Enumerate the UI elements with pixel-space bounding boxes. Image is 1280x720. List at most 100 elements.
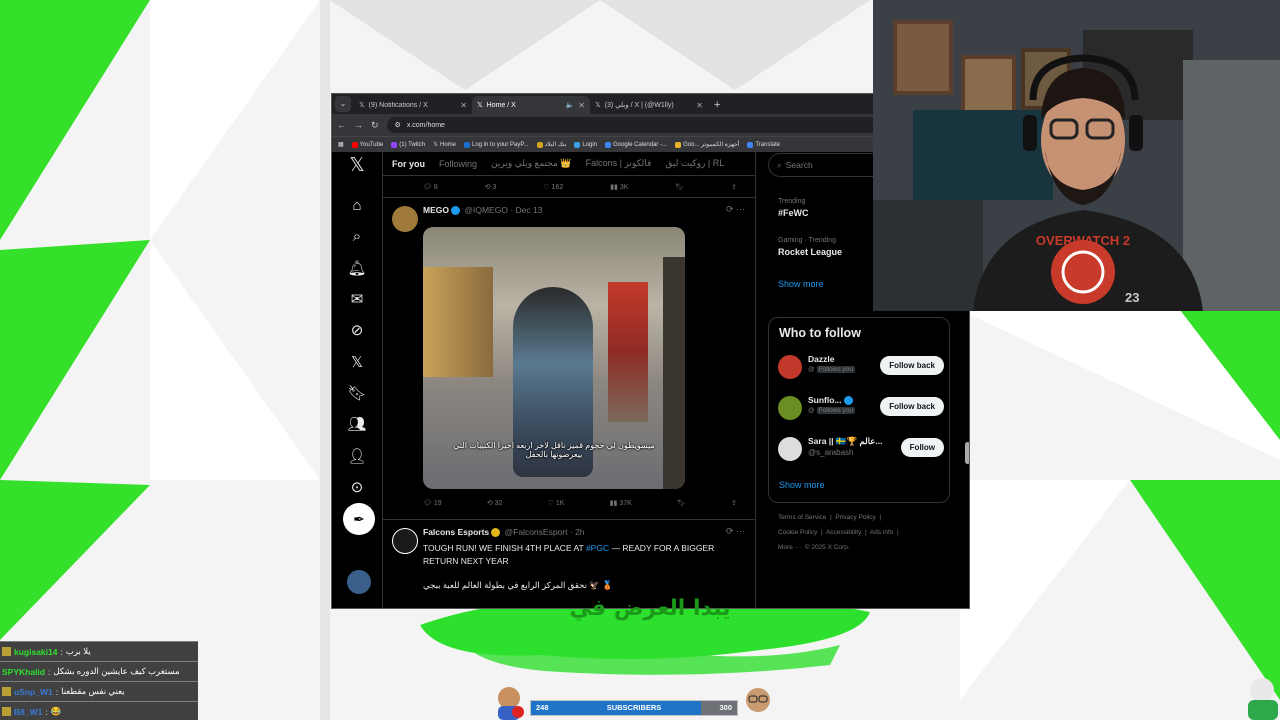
follow-suggestion[interactable]: Dazzle @ Follows you Follow back: [778, 353, 944, 381]
sub-badge-icon: [2, 647, 11, 656]
footer-link[interactable]: Terms of Service: [778, 514, 826, 521]
bookmark-youtube[interactable]: YouTube: [351, 141, 383, 148]
speaker-icon[interactable]: 🔈: [566, 101, 575, 109]
tab-community[interactable]: مجتمع ويلي وبرين 👑: [491, 158, 572, 169]
user-name[interactable]: Sunflo...: [808, 395, 842, 405]
apps-icon[interactable]: ▦: [338, 141, 344, 148]
bookmark-translate[interactable]: Translate: [747, 141, 780, 148]
repost-button[interactable]: ⟲ 3: [485, 183, 497, 191]
avatar[interactable]: [392, 528, 418, 554]
bookmark-icon[interactable]: 🔖︎: [675, 183, 684, 191]
footer-link[interactable]: More ···: [778, 544, 801, 551]
follow-back-button[interactable]: Follow back: [880, 397, 944, 416]
bookmark-icon[interactable]: 🔖︎: [677, 499, 686, 507]
avatar[interactable]: [778, 355, 802, 379]
bookmark-login[interactable]: Login: [574, 141, 597, 148]
follow-suggestion[interactable]: Sara || 🇸🇪🏆 عالم... @s_arabash Follow: [778, 435, 944, 463]
tweet-date[interactable]: Dec 13: [516, 205, 543, 215]
follow-suggestion[interactable]: Sunflo... @ Follows you Follow back: [778, 394, 944, 422]
tweet[interactable]: MEGO @IQMEGO · Dec 13 ⟳ ··· ميسويطون لي …: [383, 198, 755, 520]
more-icon[interactable]: ⊙: [346, 477, 368, 499]
site-info-icon[interactable]: ⚙: [395, 121, 401, 129]
reply-button[interactable]: 💬︎ 19: [423, 499, 442, 507]
premium-x-icon[interactable]: 𝕏: [346, 352, 368, 374]
bookmark-calendar[interactable]: Google Calendar -...: [605, 141, 668, 148]
scrollbar[interactable]: [965, 442, 969, 464]
search-icon[interactable]: ⌕: [346, 226, 368, 248]
like-button[interactable]: ♡ 162: [543, 183, 563, 191]
tab-following[interactable]: Following: [439, 159, 477, 169]
share-icon[interactable]: ⇪: [731, 499, 737, 507]
tab-search-button[interactable]: ⌄: [335, 96, 351, 112]
bookmark-icon[interactable]: 🔖︎: [346, 383, 368, 405]
x-logo-icon[interactable]: 𝕏: [346, 155, 368, 177]
bookmark-computers[interactable]: Goo... أجهزة الكمبيوتر: [675, 141, 739, 148]
stream-chat: kugisaki14: يلا برب SPYKhalid: مستغرب كيف …: [0, 641, 198, 720]
avatar[interactable]: [778, 437, 802, 461]
close-icon[interactable]: ✕: [578, 101, 585, 110]
trend-item[interactable]: Gaming · Trending Rocket League: [778, 237, 842, 257]
back-icon[interactable]: ←: [337, 120, 346, 130]
author-name[interactable]: Falcons Esports: [423, 527, 489, 537]
show-more-link[interactable]: Show more: [778, 279, 824, 289]
url-field[interactable]: ⚙ x.com/home ⧉ ⊕ ☆: [386, 117, 934, 133]
show-more-link[interactable]: Show more: [779, 480, 825, 490]
tab-falcons[interactable]: Falcons | فالكونز: [586, 158, 652, 169]
avatar[interactable]: [778, 396, 802, 420]
tweet-video[interactable]: ميسويطون لي حجوم قميز ناقل لاخر اربعه اخ…: [423, 227, 685, 489]
tab-for-you[interactable]: For you: [392, 159, 425, 169]
footer-link[interactable]: Ads info: [870, 529, 894, 536]
more-icon[interactable]: ⟳ ···: [726, 526, 745, 537]
mail-icon[interactable]: ✉: [346, 289, 368, 311]
views-button[interactable]: ▮▮ 3K: [610, 183, 628, 191]
views-button[interactable]: ▮▮ 37K: [610, 499, 632, 507]
chat-text: يعني نفس مقطعنا: [61, 686, 125, 696]
bookmark-paypal[interactable]: Log in to your PayP...: [464, 141, 529, 148]
footer-link[interactable]: Privacy Policy: [835, 514, 875, 521]
bookmark-twitch[interactable]: (1) Twitch: [391, 141, 426, 148]
share-icon[interactable]: ⇪: [731, 183, 737, 191]
tab-profile[interactable]: 𝕏 (3) وبلي / X | (@W1lly) ✕: [590, 96, 708, 114]
forward-icon[interactable]: →: [354, 120, 363, 130]
author-handle[interactable]: @FalconsEsport: [505, 527, 568, 537]
close-icon[interactable]: ✕: [460, 101, 467, 110]
hashtag-link[interactable]: #PGC: [586, 543, 609, 553]
avatar[interactable]: [347, 570, 371, 594]
bookmark-home[interactable]: 𝕏 Home: [433, 141, 456, 149]
home-icon[interactable]: ⌂: [346, 195, 368, 217]
tab-home[interactable]: 𝕏 Home / X 🔈 ✕: [472, 96, 590, 114]
footer-link[interactable]: Accessibility: [826, 529, 861, 536]
grok-icon[interactable]: ⊘: [346, 320, 368, 342]
trend-item[interactable]: Trending #FeWC: [778, 198, 809, 218]
footer-link[interactable]: Cookie Policy: [778, 529, 817, 536]
reply-button[interactable]: 💬︎ 8: [423, 183, 438, 191]
repost-button[interactable]: ⟲ 32: [487, 499, 503, 507]
user-name[interactable]: Dazzle: [808, 354, 834, 364]
user-name[interactable]: Sara || 🇸🇪🏆 عالم...: [808, 436, 882, 447]
reload-icon[interactable]: ↻: [371, 120, 379, 131]
avatar[interactable]: [392, 206, 418, 232]
tab-rocket-league[interactable]: روكيت ليق | RL: [665, 158, 724, 169]
author-handle[interactable]: @IQMEGO: [464, 205, 508, 215]
new-tab-button[interactable]: +: [714, 99, 720, 111]
bookmark-label: (1) Twitch: [399, 141, 426, 148]
bookmark-label: Google Calendar -...: [613, 141, 668, 148]
tab-notifications[interactable]: 𝕏 (9) Notifications / X ✕: [354, 96, 472, 114]
more-icon[interactable]: ⟳ ···: [726, 204, 745, 215]
bookmark-label: بنك البلاد: [544, 142, 567, 148]
bell-icon[interactable]: 🔔︎: [346, 258, 368, 280]
chat-message: SPYKhalid: مستغرب كيف عايشين الدوره بشكل: [0, 662, 198, 681]
follow-button[interactable]: Follow: [900, 438, 944, 457]
communities-icon[interactable]: 👥︎: [346, 414, 368, 436]
author-name[interactable]: MEGO: [423, 205, 449, 215]
profile-icon[interactable]: 👤︎: [346, 446, 368, 468]
close-icon[interactable]: ✕: [696, 101, 703, 110]
who-to-follow-panel: Who to follow Dazzle @ Follows you Follow…: [768, 317, 950, 503]
follow-back-button[interactable]: Follow back: [880, 356, 944, 375]
like-button[interactable]: ♡ 1K: [548, 499, 565, 507]
feather-icon: ✒: [353, 511, 365, 527]
tweet-time[interactable]: 2h: [575, 527, 584, 537]
bookmark-bank[interactable]: بنك البلاد: [536, 141, 567, 148]
post-button[interactable]: ✒: [343, 503, 375, 535]
bookmark-label: Log in to your PayP...: [472, 141, 529, 148]
